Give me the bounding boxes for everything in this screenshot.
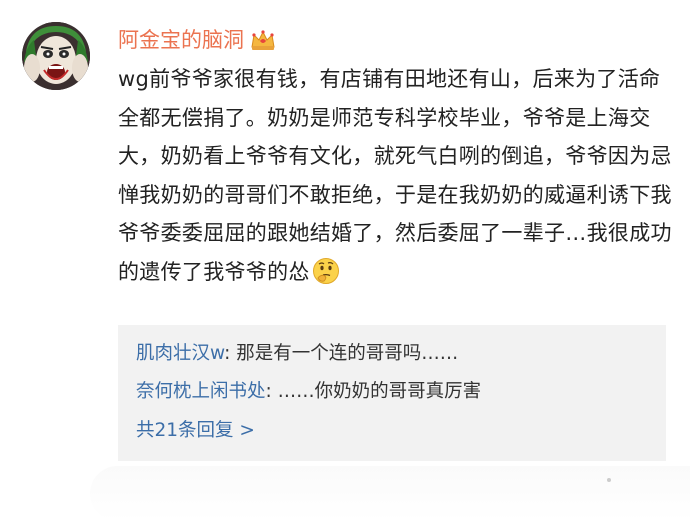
author-name[interactable]: 阿金宝的脑洞 <box>118 24 244 56</box>
reply-author[interactable]: 肌肉壮汉w <box>136 343 224 364</box>
author-row: 阿金宝的脑洞 <box>118 24 276 56</box>
comment-card: 阿金宝的脑洞 wg前爷爷家很有钱，有店铺有田地还有山，后来为了活命全都无偿捐了。… <box>0 0 690 521</box>
reply-author[interactable]: 奈何枕上闲书处 <box>136 381 266 402</box>
replies-panel: 肌肉壮汉w: 那是有一个连的哥哥吗…… 奈何枕上闲书处: ……你奶奶的哥哥真厉害… <box>118 325 666 461</box>
reply-item: 肌肉壮汉w: 那是有一个连的哥哥吗…… <box>136 341 458 367</box>
next-comment-edge <box>90 466 690 521</box>
avatar[interactable] <box>22 22 90 90</box>
reply-text: : 那是有一个连的哥哥吗…… <box>224 343 459 364</box>
reply-item: 奈何枕上闲书处: ……你奶奶的哥哥真厉害 <box>136 379 481 405</box>
comment-text: wg前爷爷家很有钱，有店铺有田地还有山，后来为了活命全都无偿捐了。奶奶是师范专科… <box>118 67 672 284</box>
thinking-face-icon <box>312 257 340 285</box>
reply-text: : ……你奶奶的哥哥真厉害 <box>265 381 482 402</box>
comment-body: wg前爷爷家很有钱，有店铺有田地还有山，后来为了活命全都无偿捐了。奶奶是师范专科… <box>118 60 673 291</box>
divider-dot <box>607 478 611 482</box>
more-replies-link[interactable]: 共21条回复 > <box>136 418 255 444</box>
crown-icon <box>250 29 276 51</box>
